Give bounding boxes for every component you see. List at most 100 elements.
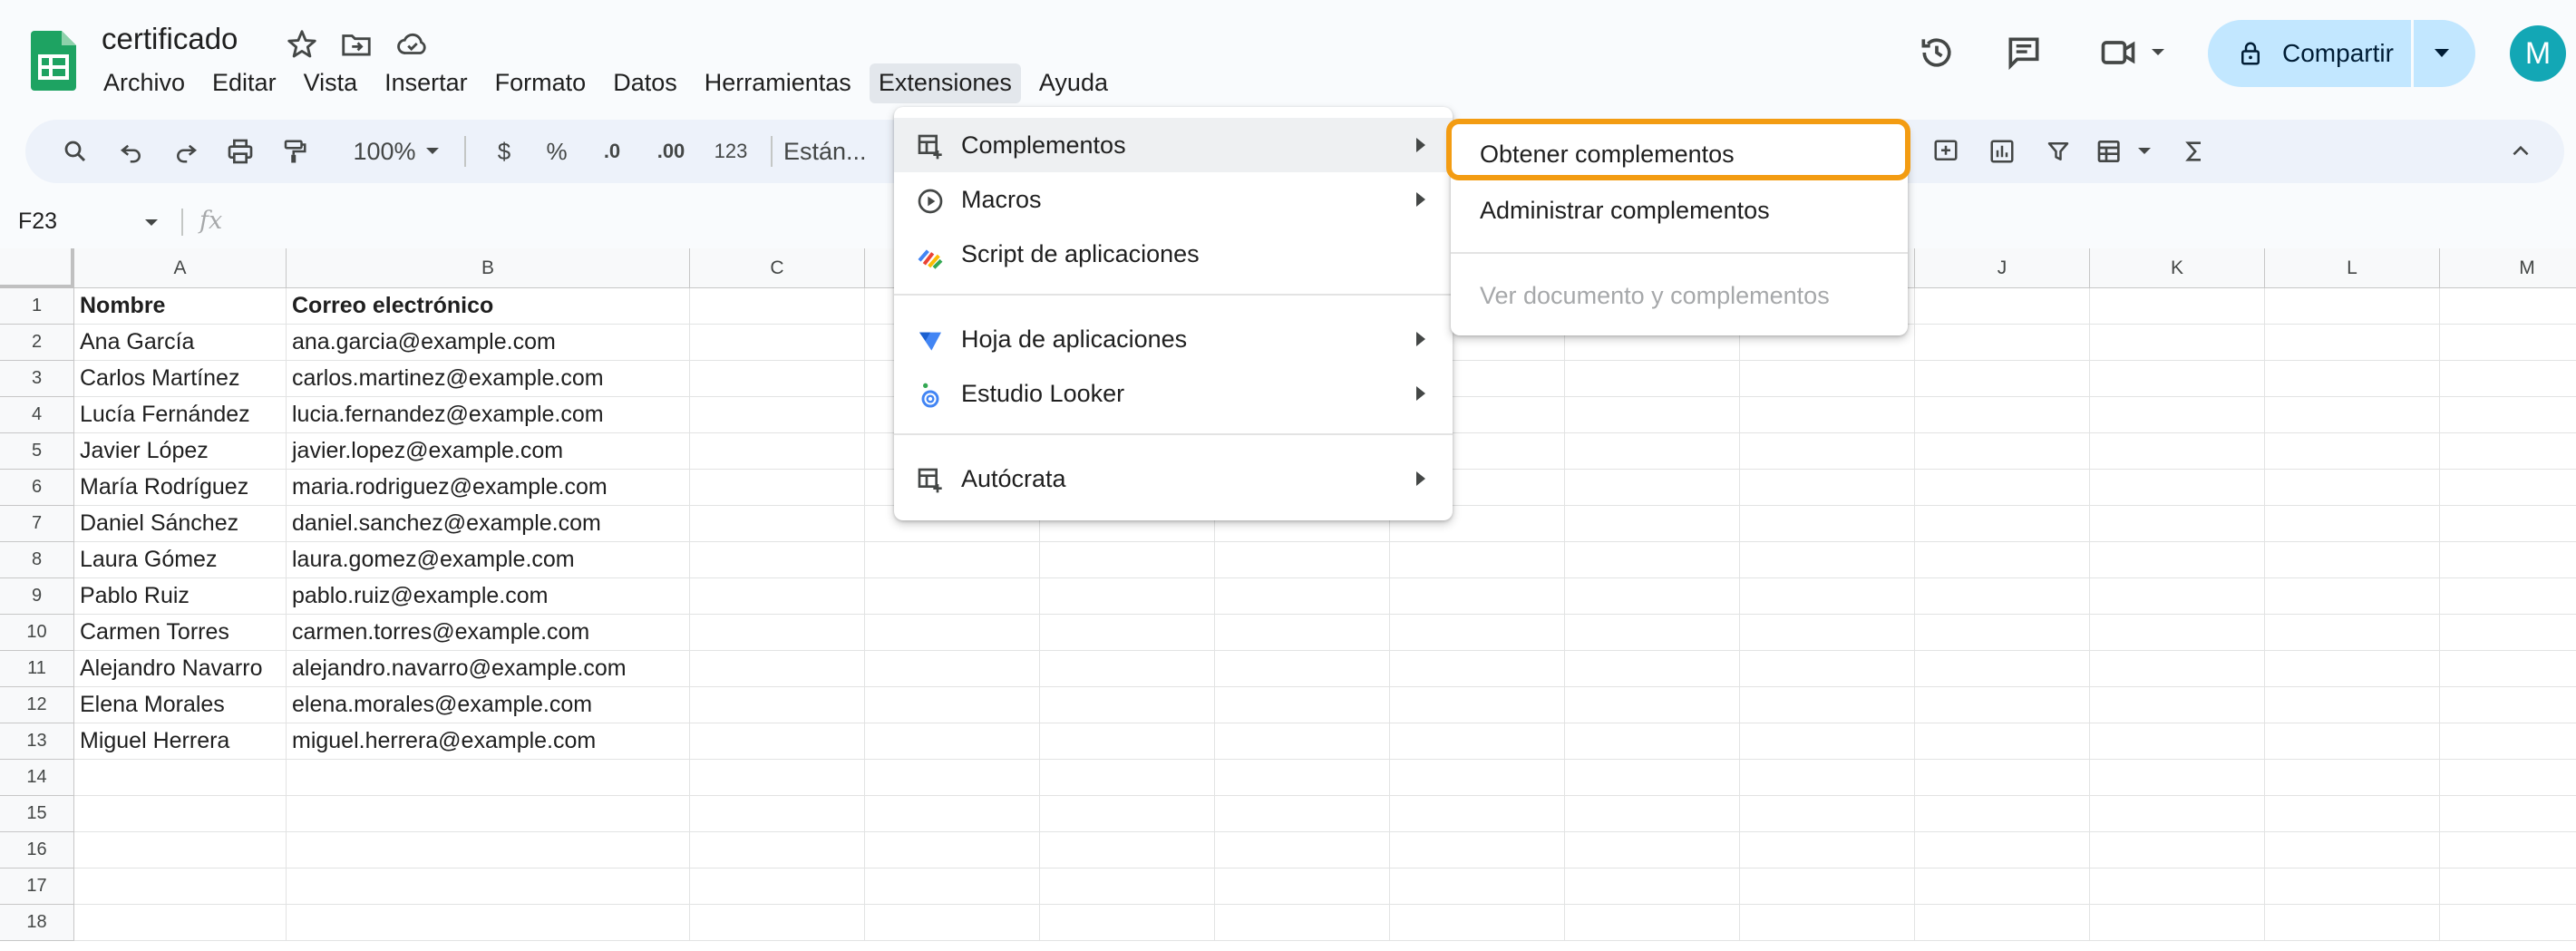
name-box[interactable]: F23 xyxy=(18,209,57,235)
cell-j2[interactable] xyxy=(1915,325,2090,361)
sheets-logo-icon[interactable] xyxy=(31,31,76,91)
cell-c5[interactable] xyxy=(690,433,865,470)
cell-b9[interactable]: pablo.ruiz@example.com xyxy=(287,578,690,615)
menu-ayuda[interactable]: Ayuda xyxy=(1030,63,1117,103)
row-header[interactable]: 14 xyxy=(0,760,74,796)
cell-h14[interactable] xyxy=(1565,760,1740,796)
cell-i12[interactable] xyxy=(1740,687,1915,723)
cell-e12[interactable] xyxy=(1040,687,1215,723)
cell-j17[interactable] xyxy=(1915,869,2090,905)
cell-a16[interactable] xyxy=(74,832,287,869)
meet-video-icon[interactable] xyxy=(2098,33,2138,73)
cell-k3[interactable] xyxy=(2090,361,2265,397)
cell-m12[interactable] xyxy=(2440,687,2576,723)
cell-k2[interactable] xyxy=(2090,325,2265,361)
cell-j6[interactable] xyxy=(1915,470,2090,506)
cell-h3[interactable] xyxy=(1565,361,1740,397)
cell-c11[interactable] xyxy=(690,651,865,687)
cell-m4[interactable] xyxy=(2440,397,2576,433)
menu-item-looker-studio[interactable]: Estudio Looker xyxy=(894,366,1453,421)
cell-k13[interactable] xyxy=(2090,723,2265,760)
cell-j4[interactable] xyxy=(1915,397,2090,433)
menu-insertar[interactable]: Insertar xyxy=(375,63,477,103)
row-header[interactable]: 8 xyxy=(0,542,74,578)
increase-decimal-button[interactable]: .00 xyxy=(642,120,700,183)
cell-m3[interactable] xyxy=(2440,361,2576,397)
menu-item-apps-script[interactable]: Script de aplicaciones xyxy=(894,227,1453,281)
meet-dropdown-icon[interactable] xyxy=(2149,47,2167,58)
cell-f10[interactable] xyxy=(1215,615,1390,651)
cell-b10[interactable]: carmen.torres@example.com xyxy=(287,615,690,651)
menu-item-autocrata[interactable]: Autócrata xyxy=(894,451,1453,506)
cell-f13[interactable] xyxy=(1215,723,1390,760)
cell-b11[interactable]: alejandro.navarro@example.com xyxy=(287,651,690,687)
cell-c17[interactable] xyxy=(690,869,865,905)
cell-k10[interactable] xyxy=(2090,615,2265,651)
cell-m6[interactable] xyxy=(2440,470,2576,506)
cell-a18[interactable] xyxy=(74,905,287,941)
cell-k8[interactable] xyxy=(2090,542,2265,578)
cell-b1[interactable]: Correo electrónico xyxy=(287,288,690,325)
cell-e9[interactable] xyxy=(1040,578,1215,615)
cell-a9[interactable]: Pablo Ruiz xyxy=(74,578,287,615)
move-to-folder-icon[interactable] xyxy=(339,27,374,62)
cell-i11[interactable] xyxy=(1740,651,1915,687)
cell-l8[interactable] xyxy=(2265,542,2440,578)
cell-j16[interactable] xyxy=(1915,832,2090,869)
cell-a13[interactable]: Miguel Herrera xyxy=(74,723,287,760)
cell-j3[interactable] xyxy=(1915,361,2090,397)
percent-format-button[interactable]: % xyxy=(537,120,577,183)
document-title[interactable]: certificado xyxy=(102,22,238,56)
cell-b7[interactable]: daniel.sanchez@example.com xyxy=(287,506,690,542)
cell-d10[interactable] xyxy=(865,615,1040,651)
cell-i13[interactable] xyxy=(1740,723,1915,760)
cell-c4[interactable] xyxy=(690,397,865,433)
cell-a15[interactable] xyxy=(74,796,287,832)
paint-format-button[interactable] xyxy=(272,120,317,183)
cell-k12[interactable] xyxy=(2090,687,2265,723)
cell-h7[interactable] xyxy=(1565,506,1740,542)
cell-g8[interactable] xyxy=(1390,542,1565,578)
name-box-dropdown-icon[interactable] xyxy=(143,218,160,228)
collapse-toolbar-button[interactable] xyxy=(2501,120,2541,183)
cell-a1[interactable]: Nombre xyxy=(74,288,287,325)
cell-j18[interactable] xyxy=(1915,905,2090,941)
cell-j12[interactable] xyxy=(1915,687,2090,723)
cell-c14[interactable] xyxy=(690,760,865,796)
cell-c15[interactable] xyxy=(690,796,865,832)
cell-k1[interactable] xyxy=(2090,288,2265,325)
cell-l1[interactable] xyxy=(2265,288,2440,325)
cell-b16[interactable] xyxy=(287,832,690,869)
cell-d8[interactable] xyxy=(865,542,1040,578)
menu-vista[interactable]: Vista xyxy=(295,63,367,103)
cell-m13[interactable] xyxy=(2440,723,2576,760)
cell-k15[interactable] xyxy=(2090,796,2265,832)
cell-i18[interactable] xyxy=(1740,905,1915,941)
cell-m1[interactable] xyxy=(2440,288,2576,325)
cell-l12[interactable] xyxy=(2265,687,2440,723)
cell-k14[interactable] xyxy=(2090,760,2265,796)
row-header[interactable]: 10 xyxy=(0,615,74,651)
cell-m10[interactable] xyxy=(2440,615,2576,651)
column-header-c[interactable]: C xyxy=(690,248,865,288)
row-header[interactable]: 2 xyxy=(0,325,74,361)
cell-e13[interactable] xyxy=(1040,723,1215,760)
cell-l6[interactable] xyxy=(2265,470,2440,506)
cell-h8[interactable] xyxy=(1565,542,1740,578)
cell-a17[interactable] xyxy=(74,869,287,905)
cell-b14[interactable] xyxy=(287,760,690,796)
cell-b12[interactable]: elena.morales@example.com xyxy=(287,687,690,723)
cell-k4[interactable] xyxy=(2090,397,2265,433)
row-header[interactable]: 9 xyxy=(0,578,74,615)
cell-c6[interactable] xyxy=(690,470,865,506)
cell-i6[interactable] xyxy=(1740,470,1915,506)
cell-e11[interactable] xyxy=(1040,651,1215,687)
cell-e17[interactable] xyxy=(1040,869,1215,905)
cell-k9[interactable] xyxy=(2090,578,2265,615)
menu-archivo[interactable]: Archivo xyxy=(94,63,194,103)
cell-j8[interactable] xyxy=(1915,542,2090,578)
cell-l3[interactable] xyxy=(2265,361,2440,397)
cell-l17[interactable] xyxy=(2265,869,2440,905)
print-button[interactable] xyxy=(218,120,263,183)
cell-l5[interactable] xyxy=(2265,433,2440,470)
